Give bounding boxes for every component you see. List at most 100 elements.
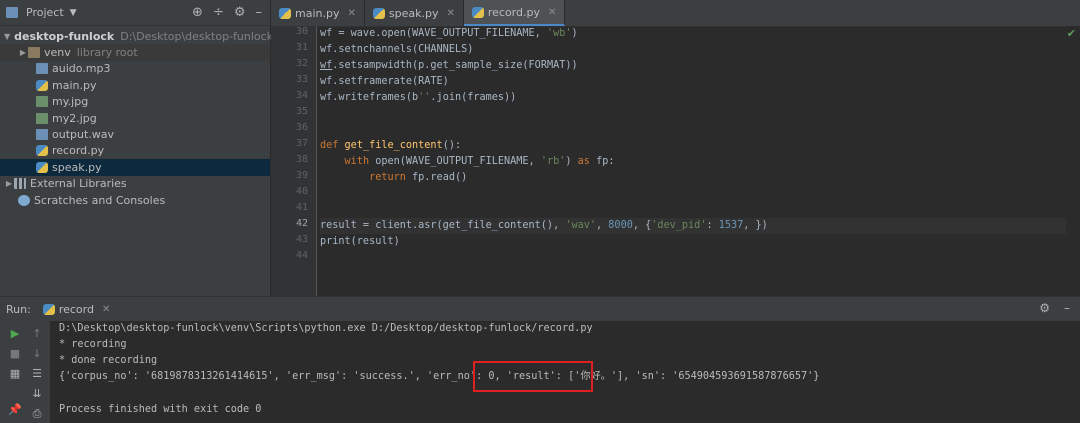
close-icon[interactable]: ✕ bbox=[347, 8, 355, 19]
python-file-icon bbox=[36, 145, 48, 157]
tree-item-file[interactable]: record.py bbox=[0, 143, 270, 159]
tree-item-scratches[interactable]: Scratches and Consoles bbox=[0, 192, 270, 208]
tree-item-label: External Libraries bbox=[30, 177, 127, 191]
line-number: 31 bbox=[295, 42, 308, 53]
python-file-icon bbox=[471, 6, 484, 18]
tree-item-venv[interactable]: ▶ venv library root bbox=[0, 44, 270, 61]
stop-icon[interactable]: ■ bbox=[8, 347, 22, 361]
tree-item-file[interactable]: output.wav bbox=[0, 126, 270, 142]
library-icon bbox=[14, 178, 26, 190]
code-line: result = client.asr(get_file_content(), … bbox=[320, 220, 768, 231]
scratches-icon bbox=[18, 194, 30, 206]
print-icon[interactable]: ⎙ bbox=[30, 407, 44, 421]
editor-area: main.py ✕ speak.py ✕ record.py ✕ 30 31 3… bbox=[271, 0, 1080, 296]
tree-item-file[interactable]: main.py bbox=[0, 77, 270, 93]
tree-item-label: speak.py bbox=[52, 160, 102, 174]
check-icon: ✔ bbox=[1066, 27, 1076, 40]
tree-item-external-libraries[interactable]: ▶ External Libraries bbox=[0, 176, 270, 192]
up-arrow-icon[interactable]: ↑ bbox=[30, 327, 44, 341]
collapse-all-icon[interactable]: ÷ bbox=[213, 5, 224, 20]
minimize-icon[interactable]: – bbox=[1064, 301, 1070, 315]
tree-item-file[interactable]: auido.mp3 bbox=[0, 61, 270, 77]
line-number: 39 bbox=[295, 170, 308, 181]
scroll-to-end-icon[interactable]: ⇊ bbox=[30, 387, 44, 401]
python-file-icon bbox=[36, 161, 48, 173]
console-line: {'corpus_no': '6819878313261414615', 'er… bbox=[59, 371, 820, 382]
soft-wrap-icon[interactable]: ☰ bbox=[30, 367, 44, 381]
code-line: print(result) bbox=[320, 236, 400, 247]
run-panel: Run: record ✕ ⚙ – ▶ ↑ ■ ↓ ▦ ☰ ⇊ 📌 ⎙ D:\D… bbox=[0, 296, 1080, 423]
gear-icon[interactable]: ⚙ bbox=[234, 5, 246, 20]
audio-file-icon bbox=[36, 63, 48, 75]
console-line: * done recording bbox=[59, 355, 158, 366]
line-number: 43 bbox=[295, 234, 308, 245]
console-line: Process finished with exit code 0 bbox=[59, 404, 262, 415]
console-line: D:\Desktop\desktop-funlock\venv\Scripts\… bbox=[59, 323, 593, 334]
tab-record-py[interactable]: record.py ✕ bbox=[463, 0, 566, 26]
pin-icon[interactable]: 📌 bbox=[8, 403, 22, 417]
chevron-down-icon[interactable]: ▼ bbox=[70, 8, 77, 18]
tab-speak-py[interactable]: speak.py ✕ bbox=[365, 0, 464, 26]
tree-item-file[interactable]: my.jpg bbox=[0, 94, 270, 110]
python-file-icon bbox=[279, 7, 291, 19]
editor-tab-bar: main.py ✕ speak.py ✕ record.py ✕ bbox=[271, 0, 1080, 27]
rerun-icon[interactable]: ▶ bbox=[8, 327, 22, 341]
tree-item-file[interactable]: my2.jpg bbox=[0, 110, 270, 126]
close-icon[interactable]: ✕ bbox=[102, 304, 110, 315]
line-number: 34 bbox=[295, 90, 308, 101]
down-arrow-icon[interactable]: ↓ bbox=[30, 347, 44, 361]
code-line: wf.setsampwidth(p.get_sample_size(FORMAT… bbox=[320, 60, 578, 71]
code-line: return fp.read() bbox=[369, 172, 468, 183]
chevron-right-icon[interactable]: ▶ bbox=[18, 48, 28, 57]
line-number: 40 bbox=[295, 186, 308, 197]
editor-scrollbar[interactable] bbox=[1066, 26, 1080, 296]
chevron-right-icon[interactable]: ▶ bbox=[4, 179, 14, 188]
line-number: 41 bbox=[295, 202, 308, 213]
minimize-icon[interactable]: – bbox=[256, 5, 263, 20]
ide-top-area: Project ▼ ⊕ ÷ ⚙ – ▼ desktop-funlock D:\D… bbox=[0, 0, 1080, 296]
image-file-icon bbox=[36, 96, 48, 108]
line-number-current: 42 bbox=[295, 218, 308, 229]
line-number: 33 bbox=[295, 74, 308, 85]
python-file-icon bbox=[42, 303, 55, 315]
line-number: 37 bbox=[295, 138, 308, 149]
project-panel-title[interactable]: Project bbox=[26, 6, 64, 19]
result-highlight-box bbox=[473, 361, 593, 392]
close-icon[interactable]: ✕ bbox=[548, 7, 556, 18]
tree-item-label: my.jpg bbox=[52, 95, 89, 109]
tree-item-label: my2.jpg bbox=[52, 111, 97, 125]
python-file-icon bbox=[372, 7, 385, 19]
gear-icon[interactable]: ⚙ bbox=[1039, 301, 1050, 315]
layout-icon[interactable]: ▦ bbox=[8, 367, 22, 381]
line-number: 35 bbox=[295, 106, 308, 117]
line-number: 32 bbox=[295, 58, 308, 69]
line-number: 38 bbox=[295, 154, 308, 165]
audio-file-icon bbox=[36, 129, 48, 141]
tree-item-label: venv bbox=[44, 46, 71, 60]
tab-label: main.py bbox=[295, 6, 340, 20]
project-view-icon bbox=[6, 7, 18, 18]
tree-item-label: output.wav bbox=[52, 128, 115, 142]
run-tab-record[interactable]: record ✕ bbox=[42, 303, 110, 316]
project-panel-header: Project ▼ ⊕ ÷ ⚙ – bbox=[0, 0, 270, 26]
run-label: Run: bbox=[6, 302, 31, 316]
line-number-gutter: 30 31 32 33 34 35 36 37 38 39 40 41 42 4… bbox=[271, 26, 317, 296]
tree-item-label: record.py bbox=[52, 144, 105, 158]
close-icon[interactable]: ✕ bbox=[446, 8, 454, 19]
tab-label: record.py bbox=[487, 5, 540, 19]
image-file-icon bbox=[36, 112, 48, 124]
tab-main-py[interactable]: main.py ✕ bbox=[271, 0, 365, 26]
tab-label: speak.py bbox=[388, 6, 439, 20]
line-number: 44 bbox=[295, 250, 308, 261]
locate-icon[interactable]: ⊕ bbox=[192, 5, 203, 20]
code-line: with open(WAVE_OUTPUT_FILENAME, 'rb') as… bbox=[344, 156, 615, 167]
tree-item-root[interactable]: ▼ desktop-funlock D:\Desktop\desktop-fun… bbox=[0, 28, 273, 44]
folder-icon bbox=[28, 47, 40, 59]
run-toolbar: ▶ ↑ ■ ↓ ▦ ☰ ⇊ 📌 ⎙ bbox=[0, 321, 50, 423]
tree-item-label: main.py bbox=[52, 78, 97, 92]
tree-item-file-selected[interactable]: speak.py bbox=[0, 159, 270, 176]
line-number: 30 bbox=[295, 26, 308, 37]
chevron-down-icon[interactable]: ▼ bbox=[4, 32, 10, 41]
code-editor[interactable]: wf = wave.open(WAVE_OUTPUT_FILENAME, 'wb… bbox=[320, 26, 1080, 296]
line-number: 36 bbox=[295, 122, 308, 133]
